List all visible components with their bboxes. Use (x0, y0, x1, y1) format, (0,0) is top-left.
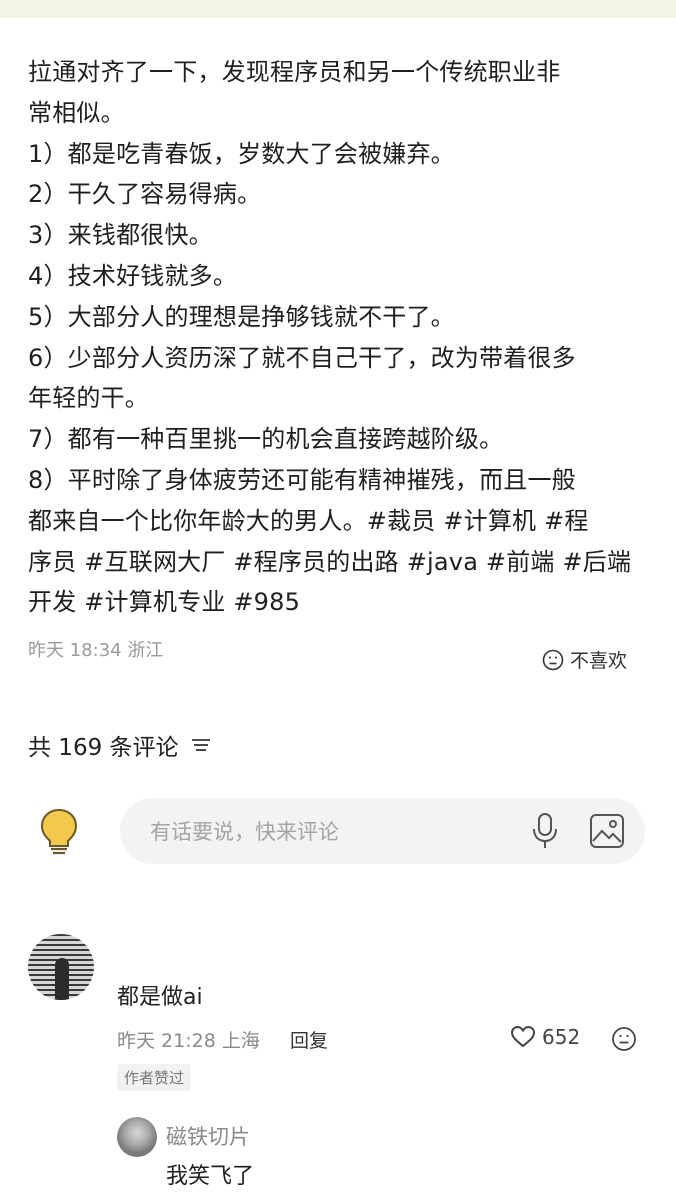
post-line: 拉通对齐了一下，发现程序员和另一个传统职业非 (28, 58, 561, 86)
reply-button[interactable]: 回复 (290, 1026, 328, 1053)
comment-count-title: 共 169 条评论 (28, 735, 179, 761)
post-line: 8）平时除了身体疲劳还可能有精神摧残，而且一般 (28, 465, 576, 494)
comment-input[interactable]: 有话要说，快来评论 (120, 798, 645, 864)
top-strip (0, 0, 676, 18)
post-line: 6）少部分人资历深了就不自己干了，改为带着很多 (28, 343, 576, 372)
post-meta: 昨天 18:34 浙江 (28, 640, 164, 661)
avatar[interactable] (28, 934, 94, 1000)
sad-face-icon (542, 649, 564, 670)
emoji-icon[interactable] (611, 1026, 637, 1056)
post-line: 5）大部分人的理想是挣够钱就不干了。 (28, 302, 455, 331)
post-line: 1）都是吃青春饭，岁数大了会被嫌弃。 (28, 139, 455, 168)
reply-username[interactable]: 磁铁切片 (166, 1121, 250, 1151)
post-line: 7）都有一种百里挑一的机会直接跨越阶级。 (28, 425, 504, 454)
filter-lines-icon[interactable] (191, 736, 213, 754)
post-line: 常相似。 (28, 98, 125, 127)
post-line: 序员 #互联网大厂 #程序员的出路 #java #前端 #后端 (28, 547, 632, 576)
dislike-label: 不喜欢 (570, 650, 628, 672)
post-body: 拉通对齐了一下，发现程序员和另一个传统职业非 常相似。 1）都是吃青春饭，岁数大… (28, 52, 648, 623)
like-button[interactable]: 652 (510, 1025, 580, 1049)
post-line: 开发 #计算机专业 #985 (28, 588, 301, 617)
comment-placeholder: 有话要说，快来评论 (150, 820, 339, 844)
post-line: 2）干久了容易得病。 (28, 180, 262, 209)
avatar-figure (55, 958, 69, 1000)
heart-icon (510, 1025, 536, 1048)
image-icon[interactable] (588, 812, 626, 850)
like-count: 652 (542, 1025, 581, 1049)
post-line: 3）来钱都很快。 (28, 221, 213, 250)
dislike-button[interactable]: 不喜欢 (542, 646, 627, 673)
author-liked-badge: 作者赞过 (117, 1064, 192, 1091)
microphone-icon[interactable] (530, 812, 560, 850)
post-line: 年轻的干。 (28, 384, 149, 413)
reply-text: 我笑飞了 (166, 1164, 255, 1189)
comment-text: 都是做ai (117, 985, 203, 1010)
post-line: 都来自一个比你年龄大的男人。#裁员 #计算机 #程 (28, 506, 589, 535)
reply-avatar[interactable] (117, 1117, 157, 1157)
post-line: 4）技术好钱就多。 (28, 261, 238, 290)
comment-time-location: 昨天 21:28 上海 (117, 1030, 260, 1052)
comments-header: 共 169 条评论 (28, 728, 213, 762)
lightbulb-icon[interactable] (40, 808, 78, 860)
